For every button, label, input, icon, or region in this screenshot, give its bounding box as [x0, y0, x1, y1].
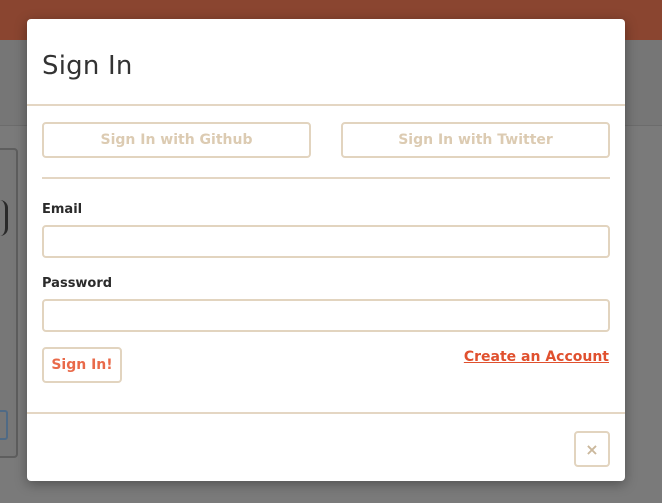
header-divider	[27, 104, 625, 106]
close-button[interactable]: ×	[574, 431, 610, 467]
email-field[interactable]	[42, 225, 610, 258]
sign-in-submit-button[interactable]: Sign In!	[42, 347, 122, 383]
oauth-divider	[42, 177, 610, 179]
sign-in-twitter-button[interactable]: Sign In with Twitter	[341, 122, 610, 158]
modal-title: Sign In	[42, 51, 133, 81]
password-field[interactable]	[42, 299, 610, 332]
create-account-link[interactable]: Create an Account	[464, 349, 609, 365]
background-box	[0, 410, 8, 440]
close-icon: ×	[585, 439, 599, 459]
sign-in-github-button[interactable]: Sign In with Github	[42, 122, 311, 158]
footer-divider	[27, 412, 625, 414]
password-label: Password	[42, 276, 113, 291]
sign-in-modal: Sign In Sign In with Github Sign In with…	[27, 19, 625, 481]
background-glyph	[0, 200, 8, 236]
email-label: Email	[42, 202, 83, 217]
